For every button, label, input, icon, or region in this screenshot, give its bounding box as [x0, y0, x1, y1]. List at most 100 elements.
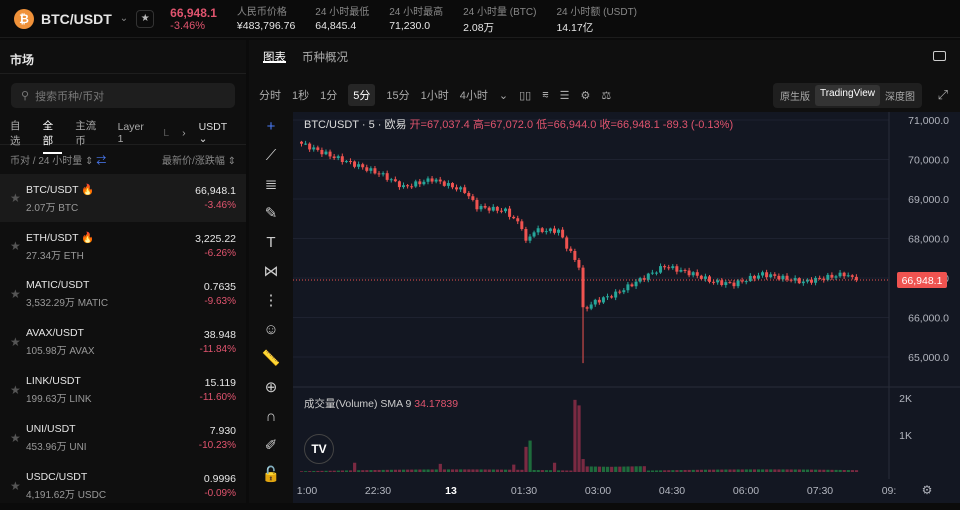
interval-option[interactable]: 15分	[386, 87, 409, 103]
tabs-next-icon[interactable]: ›	[182, 127, 186, 139]
axis-settings-icon[interactable]: ⚙	[922, 483, 933, 497]
quote-selector[interactable]: USDT ⌄	[199, 121, 236, 145]
market-row[interactable]: ★ MATIC/USDT 3,532.29万 MATIC 0.7635 -9.63%	[0, 270, 246, 318]
view-depth[interactable]: 深度图	[880, 85, 920, 106]
interval-option[interactable]: 5分	[348, 84, 376, 106]
market-row[interactable]: ★ BTC/USDT 🔥 2.07万 BTC 66,948.1 -3.46%	[0, 174, 246, 222]
candle	[524, 229, 528, 241]
candle	[687, 270, 691, 276]
interval-option[interactable]: 1分	[320, 87, 337, 103]
candle	[830, 274, 834, 278]
favorite-button[interactable]: ★	[136, 9, 155, 28]
compare-icon[interactable]: ⚖	[601, 89, 611, 102]
tab-layer1[interactable]: Layer 1	[118, 121, 151, 145]
volume-bar	[577, 405, 581, 472]
candle	[483, 205, 487, 208]
search-input[interactable]: ⚲ 搜索币种/币对	[11, 83, 235, 108]
interval-option[interactable]: 4小时	[460, 87, 488, 103]
candle	[744, 281, 748, 283]
view-tradingview[interactable]: TradingView	[814, 85, 880, 106]
tradingview-logo[interactable]: TV	[304, 434, 334, 464]
volume-bar	[650, 470, 655, 472]
candle	[573, 250, 577, 260]
more-intervals-icon[interactable]: ⌄	[499, 89, 508, 102]
candle	[654, 272, 658, 274]
volume-bar	[850, 470, 854, 472]
candle	[728, 282, 732, 284]
chart-area[interactable]: + ⟋ ≣ ✎ T ⋈ ⋮ ☺ 📏 ⊕ ∩ ✐ 🔓 71,000.0 70,000…	[249, 112, 960, 503]
candle	[646, 273, 650, 280]
market-row[interactable]: ★ UNI/USDT 453.96万 UNI 7.930 -10.23%	[0, 414, 246, 462]
market-row[interactable]: ★ LINK/USDT 199.63万 LINK 15.119 -11.60%	[0, 366, 246, 414]
market-row[interactable]: ★ ETH/USDT 🔥 27.34万 ETH 3,225.22 -6.26%	[0, 222, 246, 270]
fullscreen-icon[interactable]: ⤢	[938, 87, 948, 103]
volume-bar	[675, 470, 679, 472]
volume-bar	[691, 469, 695, 472]
star-icon[interactable]: ★	[10, 431, 26, 445]
tab-overview[interactable]: 币种概况	[302, 49, 348, 64]
interval-option[interactable]: 分时	[259, 87, 281, 103]
market-row[interactable]: ★ AVAX/USDT 105.98万 AVAX 38.948 -11.84%	[0, 318, 246, 366]
sort-pair-volume[interactable]: 币对 / 24 小时量 ⇕ ⇄	[10, 152, 106, 167]
tab-favorites[interactable]: 自选	[10, 118, 30, 148]
volume-bar	[544, 470, 548, 472]
star-icon[interactable]: ★	[10, 335, 26, 349]
sort-price-change[interactable]: 最新价/涨跌幅 ⇕	[162, 152, 236, 167]
volume-bar	[606, 466, 610, 472]
volume-bar	[552, 462, 557, 472]
candle	[838, 272, 842, 277]
candle	[720, 280, 724, 286]
tab-chart[interactable]: 图表	[263, 49, 286, 64]
layout-icon[interactable]	[933, 51, 946, 61]
volume-bar	[695, 469, 699, 472]
candle	[340, 156, 344, 162]
candle	[769, 274, 773, 278]
candle	[434, 179, 438, 182]
pair-selector[interactable]: BTC/USDT	[41, 11, 112, 27]
tab-all[interactable]: 全部	[42, 118, 63, 154]
settings-icon[interactable]: ⚙	[581, 89, 591, 102]
volume-legend: 成交量(Volume) SMA 9 34.17839	[304, 398, 459, 410]
candle	[663, 266, 667, 268]
list-icon[interactable]: ☰	[560, 89, 570, 102]
volume-bar	[402, 469, 406, 472]
chevron-down-icon[interactable]: ⌄	[120, 13, 128, 24]
volume-bar	[520, 469, 524, 472]
volume-bar	[548, 470, 553, 472]
volume-bar	[703, 469, 708, 472]
volume-bar	[781, 469, 785, 472]
candle	[561, 229, 565, 238]
interval-option[interactable]: 1秒	[292, 87, 309, 103]
star-icon[interactable]: ★	[10, 383, 26, 397]
volume-bar	[471, 469, 475, 472]
volume-bar	[801, 469, 806, 472]
interval-option[interactable]: 1小时	[421, 87, 449, 103]
candle	[597, 299, 601, 303]
volume-bar	[328, 470, 332, 472]
volume-bar	[708, 469, 712, 472]
star-icon[interactable]: ★	[10, 239, 26, 253]
volume-bar	[504, 469, 508, 472]
candle	[344, 161, 348, 163]
candle	[736, 280, 740, 287]
price-change: -3.46%	[170, 19, 206, 32]
time-tick-label: 22:30	[365, 485, 391, 497]
candle	[422, 181, 426, 185]
indicators-icon[interactable]: ⩳	[542, 89, 548, 102]
tab-major[interactable]: 主流币	[75, 118, 104, 148]
hot-icon: 🔥	[81, 183, 95, 196]
volume-bar	[438, 463, 442, 472]
candle	[552, 228, 556, 233]
star-icon[interactable]: ★	[10, 287, 26, 301]
candle	[402, 185, 405, 188]
candle	[761, 272, 765, 276]
volume-bar	[516, 469, 520, 472]
candle-type-icon[interactable]: ▯▯	[519, 89, 531, 102]
view-native[interactable]: 原生版	[775, 85, 815, 106]
tab-more[interactable]: L	[163, 127, 169, 139]
candle	[418, 181, 422, 185]
candle	[312, 147, 316, 150]
star-icon[interactable]: ★	[10, 191, 26, 205]
stat-item: 24 小时额 (USDT) 14.17亿	[556, 6, 638, 34]
star-icon[interactable]: ★	[10, 479, 26, 493]
